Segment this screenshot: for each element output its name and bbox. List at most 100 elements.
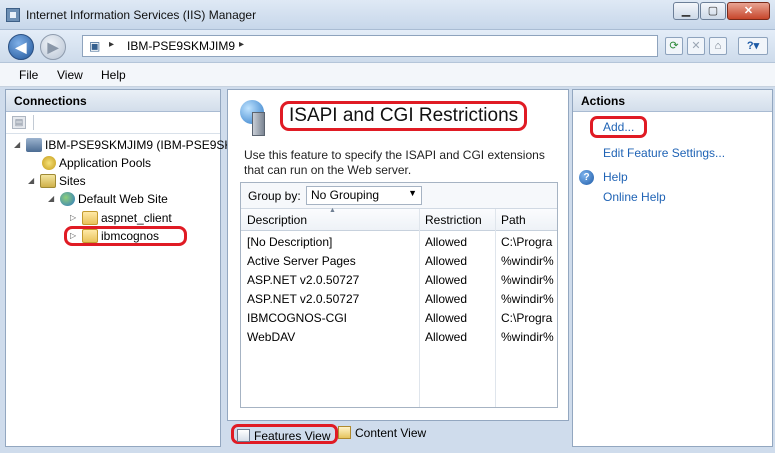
cell-restriction: Allowed	[425, 330, 468, 344]
edit-feature-settings-link[interactable]: Edit Feature Settings...	[603, 146, 725, 160]
feature-pane: ISAPI and CGI Restrictions Use this feat…	[227, 89, 569, 421]
maximize-button[interactable]: ▢	[700, 2, 726, 20]
column-header-description[interactable]: Description	[247, 213, 307, 227]
forward-button[interactable]: ▶	[40, 34, 66, 60]
tree-item-label: IBM-PSE9SKMJIM9 (IBM-PSE9SK	[45, 138, 233, 152]
tree-item-default-web-site[interactable]: ◢ Default Web Site	[48, 190, 168, 208]
tree-item-sites[interactable]: ◢ Sites	[28, 172, 86, 190]
website-globe-icon	[60, 192, 75, 206]
home-icon[interactable]: ⌂	[709, 37, 727, 55]
table-row[interactable]: Active Server Pages Allowed %windir%	[241, 252, 557, 271]
address-path-box[interactable]: ▣ ▸ IBM-PSE9SKMJIM9 ▸	[82, 35, 658, 57]
help-icon[interactable]: ?▾	[738, 37, 768, 55]
groupby-dropdown[interactable]: No Grouping ▼	[306, 186, 422, 205]
app-pools-icon	[42, 156, 56, 170]
table-row[interactable]: WebDAV Allowed %windir%	[241, 328, 557, 347]
menu-help[interactable]: Help	[101, 68, 126, 82]
breadcrumb-separator[interactable]: ▸	[109, 39, 114, 50]
window-title: Internet Information Services (IIS) Mana…	[26, 8, 257, 22]
highlight-ring	[64, 226, 187, 246]
address-bar: ◀ ▶ ▣ ▸ IBM-PSE9SKMJIM9 ▸ ⟳ ✕ ⌂ ?▾	[0, 30, 775, 63]
online-help-link[interactable]: Online Help	[603, 190, 666, 204]
cell-path: %windir%	[501, 254, 554, 268]
server-icon	[26, 138, 42, 152]
minimize-button[interactable]: ▁	[673, 2, 699, 20]
groupby-value: No Grouping	[311, 188, 380, 202]
add-action-link[interactable]: Add...	[603, 120, 634, 134]
tab-content-view[interactable]: Content View	[335, 424, 429, 444]
feature-description: Use this feature to specify the ISAPI an…	[244, 148, 545, 177]
cell-restriction: Allowed	[425, 235, 468, 249]
view-tabs: Features View Content View	[227, 422, 569, 447]
menu-view[interactable]: View	[57, 68, 83, 82]
menu-file[interactable]: File	[19, 68, 38, 82]
table-row[interactable]: ASP.NET v2.0.50727 Allowed %windir%	[241, 271, 557, 290]
collapse-arrow-icon[interactable]: ◢	[48, 190, 58, 208]
tab-label: Content View	[355, 426, 427, 440]
cell-description: Active Server Pages	[247, 254, 356, 268]
iis-app-icon	[6, 8, 20, 22]
groupby-label: Group by:	[248, 189, 301, 203]
tree-item-label: Default Web Site	[78, 192, 168, 206]
table-row[interactable]: IBMCOGNOS-CGI Allowed C:\Progra	[241, 309, 557, 328]
tree-item-label: aspnet_client	[101, 211, 172, 225]
features-view-icon	[237, 429, 250, 442]
help-icon: ?	[579, 170, 594, 185]
content-view-icon	[338, 426, 351, 439]
cell-restriction: Allowed	[425, 311, 468, 325]
tab-features-view[interactable]: Features View	[231, 424, 339, 444]
table-row[interactable]: [No Description] Allowed C:\Progra	[241, 233, 557, 252]
grid-header: ▲ Description Restriction Path	[241, 207, 557, 231]
cell-path: %windir%	[501, 292, 554, 306]
toolbar-divider	[33, 115, 34, 130]
close-button[interactable]: ✕	[727, 2, 770, 20]
restrictions-grid: Group by: No Grouping ▼ ▲ Description Re…	[240, 182, 558, 408]
tree-item-aspnet-client[interactable]: ▷ aspnet_client	[70, 209, 172, 227]
actions-pane: Actions Add... Edit Feature Settings... …	[572, 89, 773, 447]
feature-title-highlight: ISAPI and CGI Restrictions	[280, 101, 528, 131]
menu-bar: File View Help	[0, 63, 775, 87]
breadcrumb-separator[interactable]: ▸	[239, 39, 244, 50]
breadcrumb-server[interactable]: IBM-PSE9SKMJIM9	[127, 39, 235, 53]
cell-description: ASP.NET v2.0.50727	[247, 292, 360, 306]
tree-item-server[interactable]: ◢ IBM-PSE9SKMJIM9 (IBM-PSE9SK	[14, 136, 232, 154]
connections-toolbar: ▤	[6, 112, 220, 134]
tab-label: Features View	[254, 429, 331, 443]
title-bar: Internet Information Services (IIS) Mana…	[0, 0, 775, 30]
cell-description: WebDAV	[247, 330, 296, 344]
stop-icon[interactable]: ✕	[687, 37, 705, 55]
isapi-cgi-feature-icon	[240, 100, 266, 136]
column-header-path[interactable]: Path	[501, 213, 526, 227]
back-button[interactable]: ◀	[8, 34, 34, 60]
refresh-icon[interactable]: ⟳	[665, 37, 683, 55]
connections-pane: Connections ▤ ◢ IBM-PSE9SKMJIM9 (IBM-PSE9…	[5, 89, 232, 447]
page-title: ISAPI and CGI Restrictions	[289, 105, 519, 126]
cell-path: %windir%	[501, 330, 554, 344]
collapse-arrow-icon[interactable]: ◢	[28, 172, 38, 190]
cell-description: IBMCOGNOS-CGI	[247, 311, 348, 325]
tree-item-label: Sites	[59, 174, 86, 188]
connections-header: Connections	[6, 90, 220, 112]
tree-item-label: Application Pools	[59, 156, 152, 170]
table-row[interactable]: ASP.NET v2.0.50727 Allowed %windir%	[241, 290, 557, 309]
cell-description: ASP.NET v2.0.50727	[247, 273, 360, 287]
expand-arrow-icon[interactable]: ▷	[70, 209, 80, 227]
connect-icon[interactable]: ▤	[12, 116, 26, 129]
tree-item-application-pools[interactable]: Application Pools	[40, 154, 151, 172]
dropdown-arrow-icon: ▼	[408, 188, 417, 198]
cell-restriction: Allowed	[425, 273, 468, 287]
folder-icon	[82, 211, 98, 225]
add-highlight: Add...	[590, 116, 648, 138]
cell-restriction: Allowed	[425, 292, 468, 306]
actions-header: Actions	[573, 90, 772, 112]
server-icon: ▣	[89, 39, 101, 53]
cell-restriction: Allowed	[425, 254, 468, 268]
collapse-arrow-icon[interactable]: ◢	[14, 136, 24, 154]
cell-description: [No Description]	[247, 235, 333, 249]
help-link[interactable]: Help	[603, 170, 628, 184]
cell-path: C:\Progra	[501, 235, 553, 249]
sort-ascending-icon: ▲	[329, 207, 336, 214]
cell-path: %windir%	[501, 273, 554, 287]
column-header-restriction[interactable]: Restriction	[425, 213, 482, 227]
cell-path: C:\Progra	[501, 311, 553, 325]
